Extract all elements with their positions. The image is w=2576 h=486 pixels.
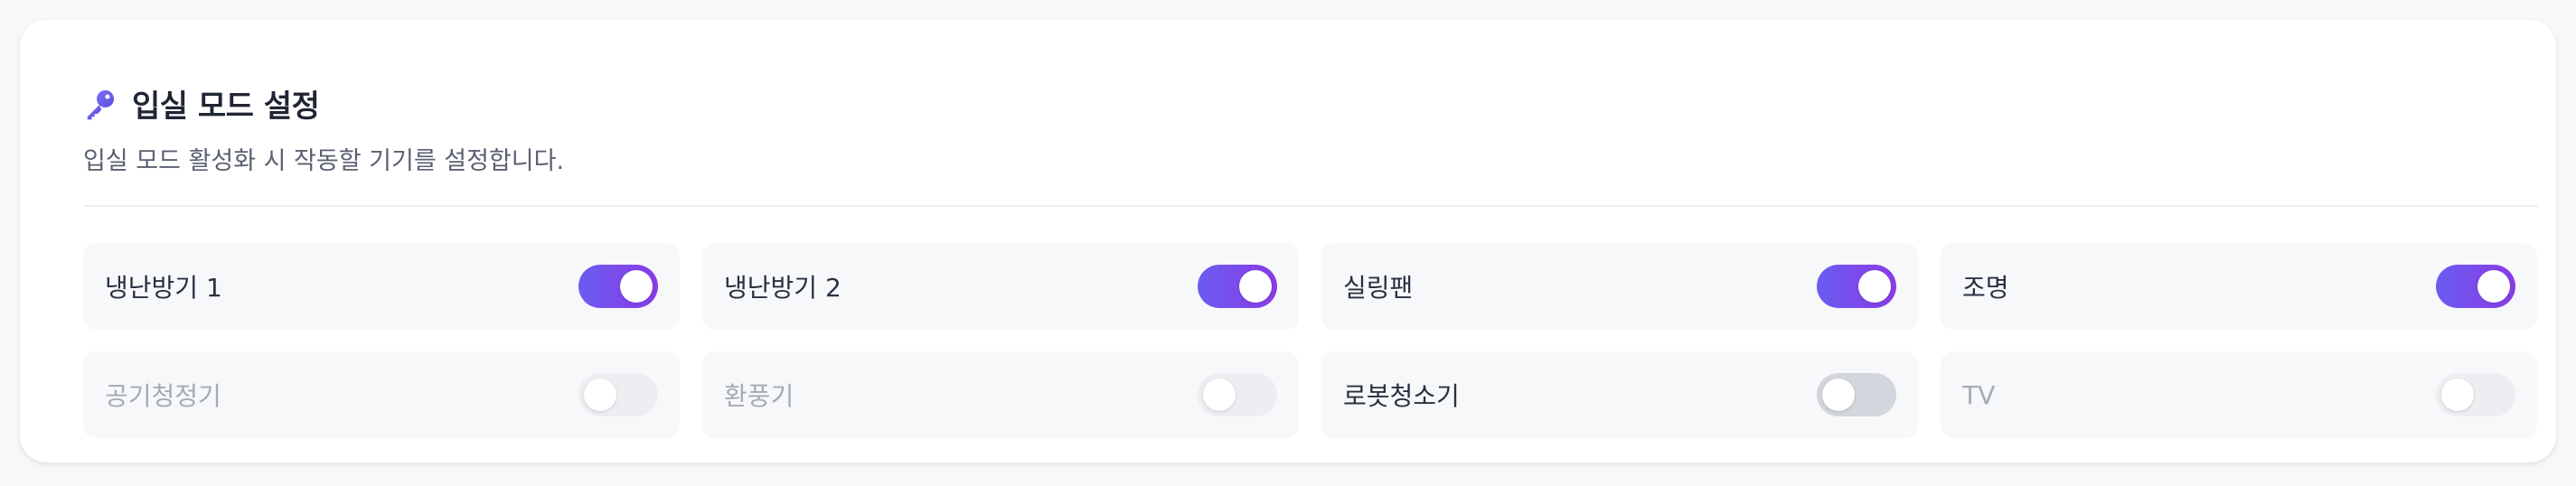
toggle-knob [620,270,653,303]
device-item-air-purifier: 공기청정기 [83,351,680,438]
device-item-lighting[interactable]: 조명 [1941,243,2537,330]
device-toggle [2436,373,2515,416]
toggle-knob [1822,379,1855,411]
device-label: 공기청정기 [105,381,221,411]
device-item-robot-vacuum[interactable]: 로봇청소기 [1321,351,1918,438]
device-toggle[interactable] [1198,265,1277,308]
device-item-aircon-1[interactable]: 냉난방기 1 [83,243,680,330]
device-toggle[interactable] [2436,265,2515,308]
device-grid: 냉난방기 1 냉난방기 2 실링팬 조명 공기청정기 환풍기 로봇청소기 TV [83,243,2538,438]
device-label: 냉난방기 1 [105,273,222,303]
entry-mode-settings-card: 입실 모드 설정 입실 모드 활성화 시 작동할 기기를 설정합니다. 냉난방기… [20,20,2556,463]
device-toggle [1198,373,1277,416]
device-label: 로봇청소기 [1343,381,1460,411]
device-label: 환풍기 [724,381,794,411]
panel-header: 입실 모드 설정 [83,81,320,126]
toggle-knob [1239,270,1272,303]
device-toggle[interactable] [1817,373,1896,416]
device-label: 조명 [1962,273,2009,303]
key-icon [87,89,115,119]
device-toggle[interactable] [578,265,658,308]
toggle-knob [584,379,616,411]
device-item-ventilator: 환풍기 [702,351,1299,438]
toggle-knob [2441,379,2474,411]
device-label: TV [1962,379,1996,410]
device-label: 실링팬 [1343,273,1414,303]
device-item-tv: TV [1941,351,2537,438]
page-subtitle: 입실 모드 활성화 시 작동할 기기를 설정합니다. [83,147,565,175]
toggle-knob [1203,379,1236,411]
device-item-ceiling-fan[interactable]: 실링팬 [1321,243,1918,330]
toggle-knob [2477,270,2510,303]
page-title: 입실 모드 설정 [132,89,320,125]
toggle-knob [1858,270,1891,303]
device-label: 냉난방기 2 [724,273,841,303]
divider [83,205,2538,207]
device-toggle [578,373,658,416]
device-toggle[interactable] [1817,265,1896,308]
device-item-aircon-2[interactable]: 냉난방기 2 [702,243,1299,330]
